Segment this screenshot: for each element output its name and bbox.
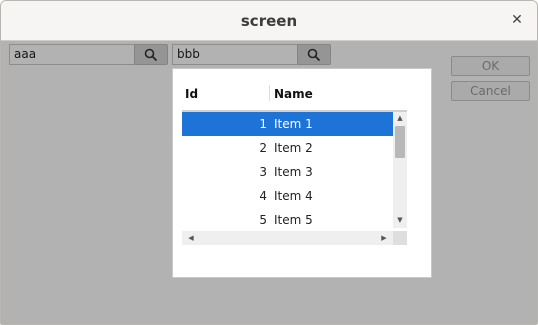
vertical-scroll-thumb[interactable] bbox=[395, 126, 405, 158]
scrollbar-corner bbox=[393, 231, 407, 245]
row-name: Item 3 bbox=[274, 165, 313, 179]
scroll-up-arrow-icon[interactable]: ▲ bbox=[393, 114, 407, 122]
list-row[interactable]: 4 Item 4 bbox=[182, 184, 393, 208]
scroll-down-arrow-icon[interactable]: ▼ bbox=[393, 216, 407, 224]
column-header-name[interactable]: Name bbox=[274, 87, 313, 101]
row-name: Item 5 bbox=[274, 213, 313, 227]
item-list: 1 Item 1 2 Item 2 3 Item 3 4 Item 4 5 It… bbox=[182, 110, 407, 232]
window-title: screen bbox=[240, 12, 298, 30]
list-row[interactable]: 2 Item 2 bbox=[182, 136, 393, 160]
dialog-window: screen ✕ aaa bbb OK Cancel Id Name 1 Ite… bbox=[0, 0, 538, 325]
row-name: Item 4 bbox=[274, 189, 313, 203]
row-id: 5 bbox=[259, 213, 267, 227]
title-bar: screen ✕ bbox=[1, 1, 537, 41]
lookup-popup: Id Name 1 Item 1 2 Item 2 3 Item 3 4 Ite… bbox=[172, 68, 432, 278]
scroll-right-arrow-icon[interactable]: ▶ bbox=[377, 234, 391, 242]
vertical-scrollbar[interactable]: ▲ ▼ bbox=[393, 112, 407, 228]
list-row[interactable]: 3 Item 3 bbox=[182, 160, 393, 184]
column-header-id[interactable]: Id bbox=[185, 87, 198, 101]
row-id: 2 bbox=[259, 141, 267, 155]
close-button[interactable]: ✕ bbox=[507, 10, 527, 30]
row-name: Item 1 bbox=[274, 117, 313, 131]
close-icon: ✕ bbox=[511, 12, 523, 28]
horizontal-scrollbar[interactable]: ◀ ▶ bbox=[182, 231, 393, 245]
row-id: 1 bbox=[259, 117, 267, 131]
row-id: 3 bbox=[259, 165, 267, 179]
scroll-left-arrow-icon[interactable]: ◀ bbox=[184, 234, 198, 242]
row-name: Item 2 bbox=[274, 141, 313, 155]
column-divider bbox=[269, 85, 270, 101]
list-row[interactable]: 1 Item 1 bbox=[182, 112, 393, 136]
row-id: 4 bbox=[259, 189, 267, 203]
list-row[interactable]: 5 Item 5 bbox=[182, 208, 393, 232]
